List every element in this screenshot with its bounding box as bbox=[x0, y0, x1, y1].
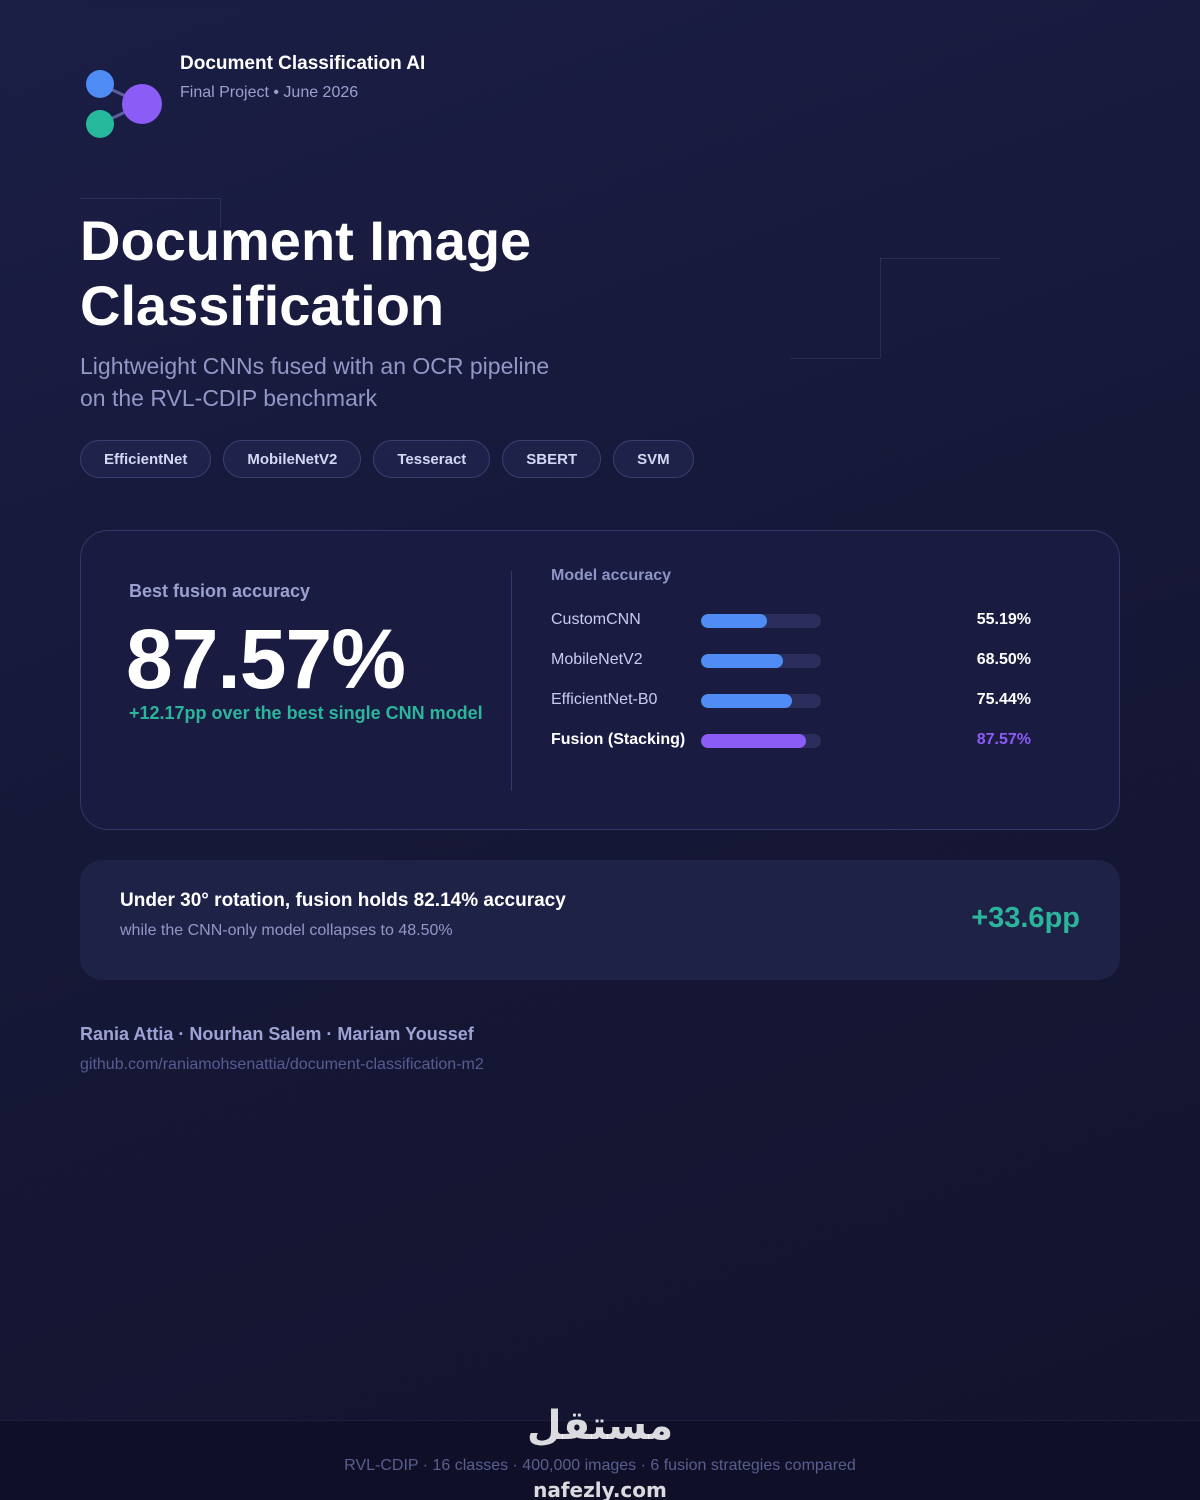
page-title: Document Image Classification bbox=[80, 208, 531, 338]
banner-title: Under 30° rotation, fusion holds 82.14% … bbox=[120, 890, 566, 911]
tag-tesseract: Tesseract bbox=[373, 440, 491, 478]
watermark-arabic: مستقل bbox=[526, 1403, 674, 1449]
bar-row: MobileNetV2 68.50% bbox=[551, 649, 1041, 673]
tech-tags: EfficientNet MobileNetV2 Tesseract SBERT… bbox=[80, 440, 694, 478]
decor-line bbox=[880, 258, 881, 358]
page-subtitle: Lightweight CNNs fused with an OCR pipel… bbox=[80, 350, 549, 414]
brand-subtitle: Final Project • June 2026 bbox=[180, 84, 359, 101]
bar-row: EfficientNet-B0 75.44% bbox=[551, 689, 1041, 713]
bar bbox=[701, 654, 784, 668]
best-accuracy-value: 87.57% bbox=[126, 612, 406, 706]
banner-subtitle: while the CNN-only model collapses to 48… bbox=[120, 922, 453, 939]
bar bbox=[701, 734, 807, 748]
bar bbox=[701, 694, 792, 708]
bar-value-label: 55.19% bbox=[976, 611, 1031, 628]
brand-header: Document Classification AI Final Project… bbox=[80, 52, 425, 142]
tag-efficientnet: EfficientNet bbox=[80, 440, 212, 478]
banner-gain-value: +33.6pp bbox=[971, 902, 1080, 934]
bar-label: MobileNetV2 bbox=[551, 651, 643, 668]
authors: Rania Attia · Nourhan Salem · Mariam You… bbox=[80, 1024, 474, 1044]
watermark-latin: nafezly.com bbox=[533, 1478, 667, 1500]
bar-track bbox=[701, 614, 821, 628]
best-accuracy-delta: +12.17pp over the best single CNN model bbox=[129, 703, 483, 723]
tag-svm: SVM bbox=[613, 440, 694, 478]
page-title-line2: Classification bbox=[80, 274, 445, 337]
tag-mobilenetv2: MobileNetV2 bbox=[223, 440, 362, 478]
page-subtitle-line1: Lightweight CNNs fused with an OCR pipel… bbox=[80, 353, 550, 379]
results-card: Best fusion accuracy 87.57% +12.17pp ove… bbox=[80, 530, 1120, 830]
bar-label: CustomCNN bbox=[551, 611, 641, 628]
bar-track bbox=[701, 694, 821, 708]
tag-sbert: SBERT bbox=[502, 440, 602, 478]
chart-title: Model accuracy bbox=[551, 567, 672, 584]
decor-line bbox=[790, 358, 880, 359]
bar-row: Fusion (Stacking) 87.57% bbox=[551, 729, 1041, 753]
bar-value-label: 87.57% bbox=[976, 731, 1031, 748]
page-subtitle-line2: on the RVL-CDIP benchmark bbox=[80, 385, 378, 411]
bar-track bbox=[701, 734, 821, 748]
page-title-line1: Document Image bbox=[80, 209, 532, 272]
brand-title: Document Classification AI bbox=[180, 53, 426, 74]
bar-row: CustomCNN 55.19% bbox=[551, 609, 1041, 633]
decor-line bbox=[880, 258, 1000, 259]
bar bbox=[701, 614, 768, 628]
best-accuracy-label: Best fusion accuracy bbox=[129, 581, 311, 601]
rotation-robustness-banner: Under 30° rotation, fusion holds 82.14% … bbox=[80, 860, 1120, 980]
decor-line bbox=[80, 198, 220, 199]
bar-value-label: 75.44% bbox=[976, 691, 1031, 708]
repo-link[interactable]: github.com/raniamohsenattia/document-cla… bbox=[80, 1056, 484, 1074]
molecule-nodes-icon bbox=[80, 52, 170, 142]
watermark-logo: مستقل nafezly.com bbox=[520, 1404, 680, 1500]
card-divider bbox=[511, 571, 512, 791]
logo-node-purple bbox=[122, 84, 162, 124]
bar-label: EfficientNet-B0 bbox=[551, 691, 658, 708]
bar-track bbox=[701, 654, 821, 668]
logo-node-blue bbox=[86, 70, 114, 98]
bar-label: Fusion (Stacking) bbox=[551, 731, 686, 748]
logo-node-teal bbox=[86, 110, 114, 138]
bar-value-label: 68.50% bbox=[976, 651, 1031, 668]
